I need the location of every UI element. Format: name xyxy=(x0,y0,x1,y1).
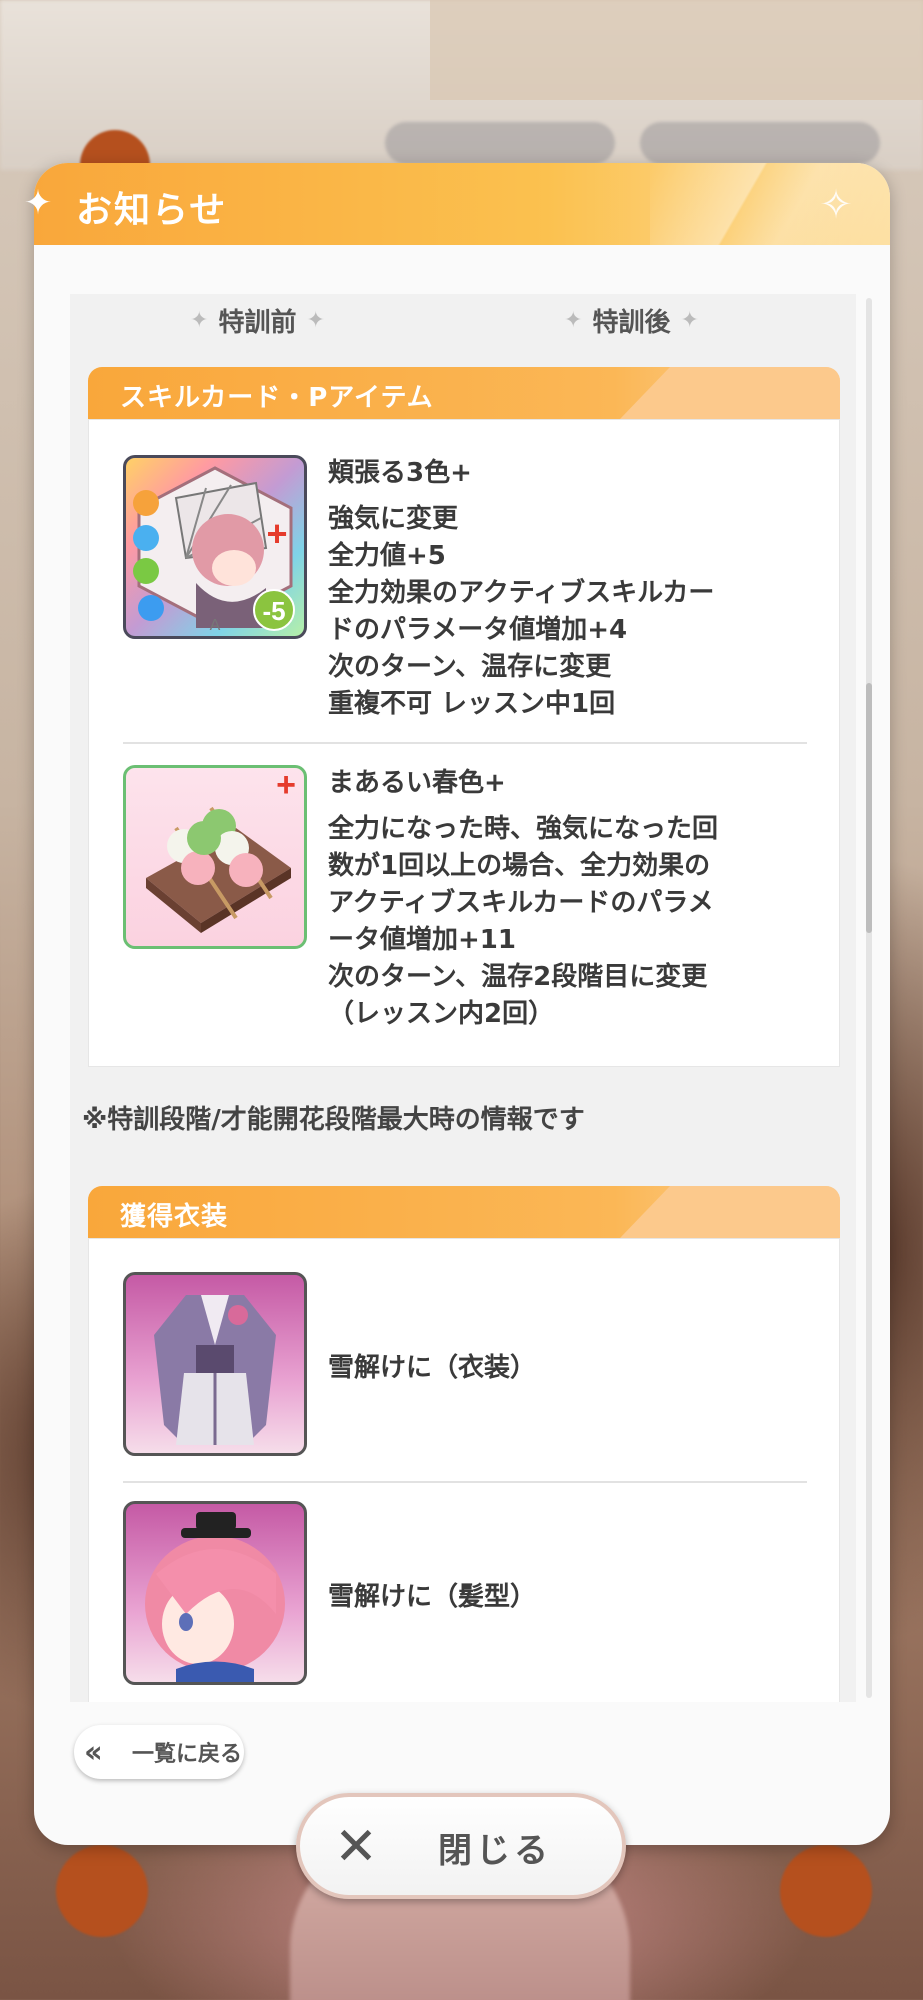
hair-art xyxy=(145,1512,285,1682)
scroll-thumb[interactable] xyxy=(866,683,872,933)
skill-card-art: + -5 A xyxy=(133,466,295,634)
hairstyle-name: 雪解けに（髪型） xyxy=(328,1582,537,1612)
gem-pill-blurred xyxy=(640,122,880,164)
bottom-left-orb xyxy=(56,1845,148,1937)
dango-art: + xyxy=(146,768,296,933)
skill-card-name: 頬張る3色+ xyxy=(328,458,472,488)
rarity-letter: A xyxy=(210,617,221,634)
pink-hair-icon xyxy=(123,1501,307,1685)
cost-badge: -5 xyxy=(262,596,285,626)
kimono-art xyxy=(154,1295,276,1445)
skill-section-body: + -5 A 頬張る3色+ 強気に変更 全力値+5 全力効果のアクティブスキルカ… xyxy=(88,419,840,1067)
costume-name: 雪解けに（衣装） xyxy=(328,1353,537,1383)
p-item-name: まあるい春色+ xyxy=(328,768,506,798)
p-item-text: まあるい春色+ 全力になった時、強気になった回 数が1回以上の場合、全力効果の … xyxy=(328,765,808,1033)
double-chevron-left-icon: ‹‹ xyxy=(84,1734,103,1770)
diamond-icon: ✦ xyxy=(680,308,699,333)
hairstyle-item[interactable]: 雪解けに（髪型） xyxy=(123,1501,807,1691)
modal-title: お知らせ xyxy=(76,190,228,231)
costume-section-title: 獲得衣装 xyxy=(120,1202,229,1232)
p-item-description: 全力になった時、強気になった回 数が1回以上の場合、全力効果の アクティブスキル… xyxy=(328,814,719,1029)
diamond-icon: ✦ xyxy=(564,308,583,333)
skill-card-fan-girl-icon: + -5 A xyxy=(123,455,307,639)
dango-item-icon: + xyxy=(123,765,307,949)
close-icon: ✕ xyxy=(334,1817,378,1877)
notice-modal: お知らせ ✧ ✦ 特訓前 ✦ ✦ 特訓後 ✦ スキルカード・Pアイテム + -5… xyxy=(34,163,890,1845)
info-note: ※特訓段階/才能開花段階最大時の情報です xyxy=(82,1105,585,1135)
costume-section-body: 雪解けに（衣装） 雪解けに（髪型） xyxy=(88,1238,840,1702)
before-training-text: 特訓前 xyxy=(218,308,297,338)
after-training-label: ✦ 特訓後 ✦ xyxy=(564,302,699,339)
costume-section-header: 獲得衣装 xyxy=(88,1186,840,1238)
close-label: 閉じる xyxy=(438,1831,552,1871)
kimono-costume-icon xyxy=(123,1272,307,1456)
notice-scroll-area[interactable]: ✦ 特訓前 ✦ ✦ 特訓後 ✦ スキルカード・Pアイテム + -5 A 頬張る3… xyxy=(70,294,856,1702)
bottom-right-orb xyxy=(780,1845,872,1937)
skill-card-text: 頬張る3色+ 強気に変更 全力値+5 全力効果のアクティブスキルカー ドのパラメ… xyxy=(328,455,808,723)
back-to-list-label: 一覧に戻る xyxy=(132,1742,243,1767)
svg-text:+: + xyxy=(276,768,296,804)
skill-card-item[interactable]: + -5 A 頬張る3色+ 強気に変更 全力値+5 全力効果のアクティブスキルカ… xyxy=(123,455,807,719)
before-training-label: ✦ 特訓前 ✦ xyxy=(190,302,325,339)
modal-header: お知らせ ✧ xyxy=(34,163,890,245)
close-button[interactable]: ✕ 閉じる xyxy=(296,1793,626,1899)
diamond-icon: ✦ xyxy=(190,308,209,333)
header-star-icon: ✦ xyxy=(23,183,53,223)
item-divider xyxy=(123,1481,807,1483)
item-divider xyxy=(123,742,807,744)
after-training-text: 特訓後 xyxy=(592,308,671,338)
p-item[interactable]: + まあるい春色+ 全力になった時、強気になった回 数が1回以上の場合、全力効果… xyxy=(123,765,807,1035)
diamond-icon: ✦ xyxy=(306,308,325,333)
skill-card-description: 強気に変更 全力値+5 全力効果のアクティブスキルカー ドのパラメータ値増加+4… xyxy=(328,504,715,719)
background-shelf xyxy=(430,0,923,100)
sparkle-icon: ✧ xyxy=(819,182,853,228)
svg-text:+: + xyxy=(266,513,287,554)
skill-section-title: スキルカード・Pアイテム xyxy=(120,383,434,413)
costume-item[interactable]: 雪解けに（衣装） xyxy=(123,1272,807,1462)
skill-section-header: スキルカード・Pアイテム xyxy=(88,367,840,419)
resource-pill-blurred xyxy=(385,122,615,164)
compare-labels: ✦ 特訓前 ✦ ✦ 特訓後 ✦ xyxy=(70,294,856,350)
back-to-list-button[interactable]: ‹‹ 一覧に戻る xyxy=(74,1725,244,1779)
scrollbar[interactable] xyxy=(866,298,872,1698)
